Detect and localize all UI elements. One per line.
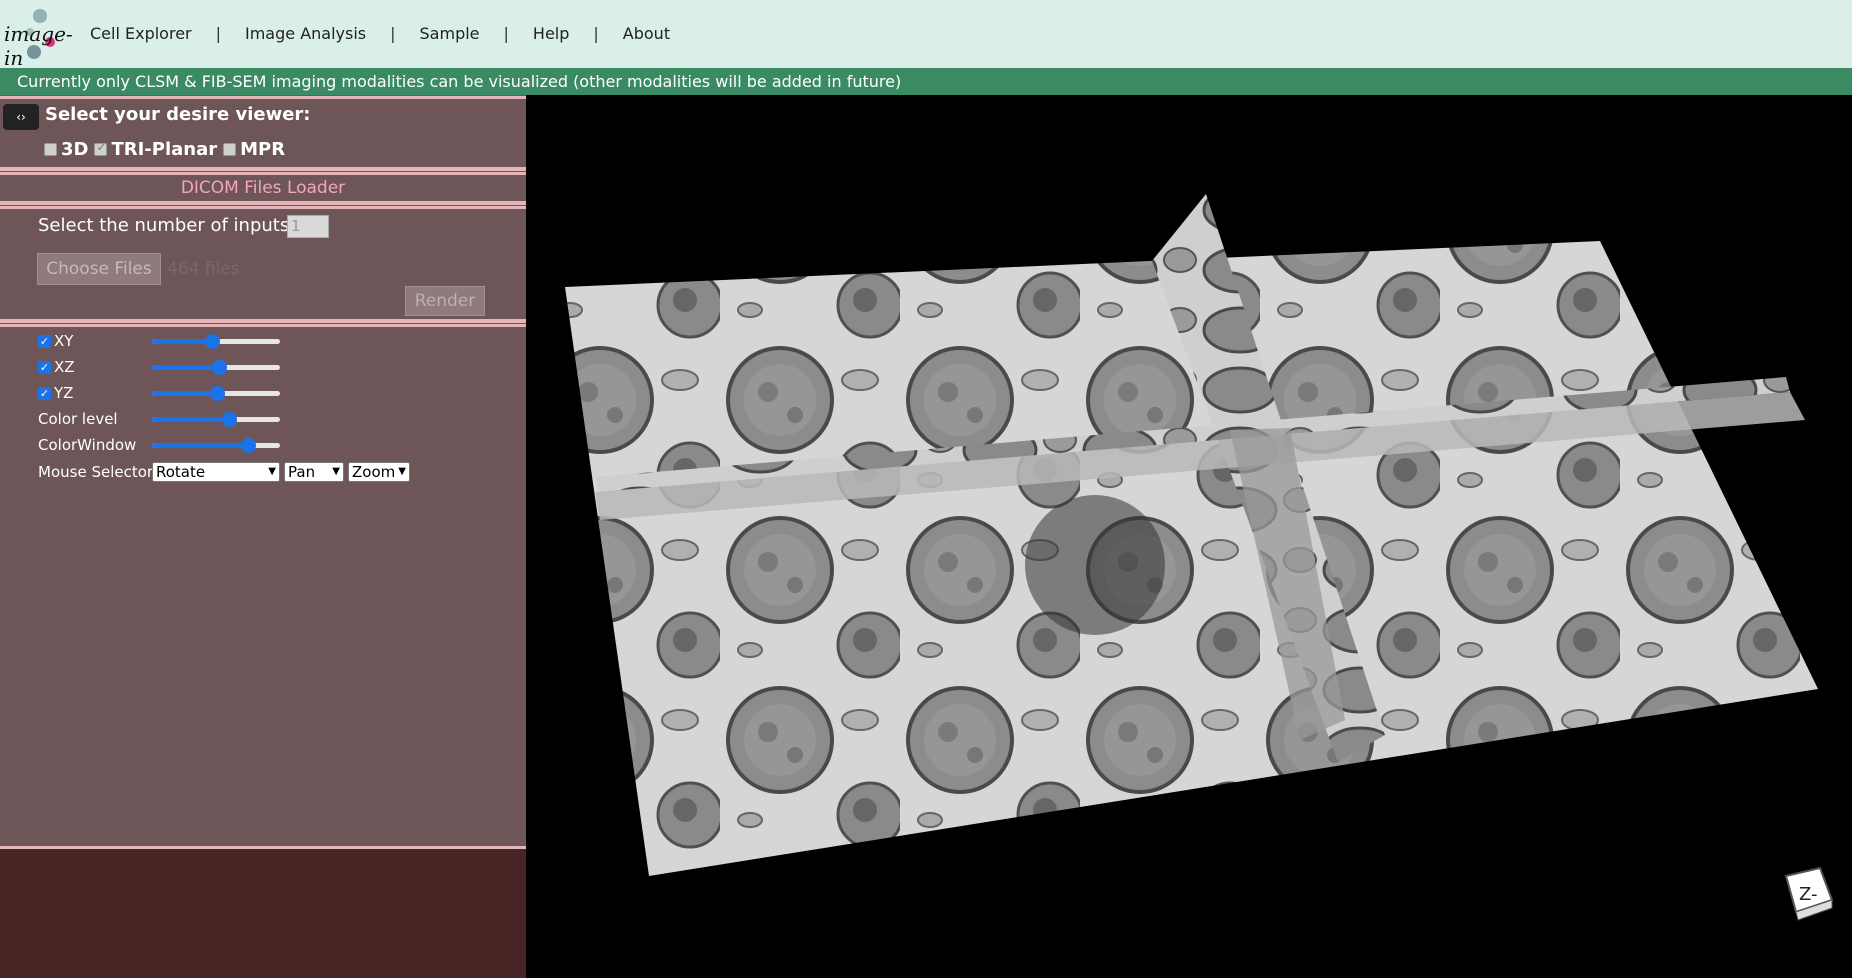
divider — [0, 319, 526, 323]
rotate-select-value: Rotate — [156, 463, 206, 481]
divider — [0, 172, 526, 175]
slider-thumb[interactable] — [241, 438, 257, 453]
color-window-label: ColorWindow — [38, 436, 137, 454]
viewer-3d-checkbox[interactable] — [44, 143, 57, 156]
xz-checkbox[interactable]: ✓ — [38, 360, 51, 374]
dense-cell — [1025, 495, 1165, 635]
notice-banner: Currently only CLSM & FIB-SEM imaging mo… — [0, 68, 1852, 95]
loader-title: DICOM Files Loader — [180, 178, 346, 198]
color-window-control: ColorWindow — [38, 435, 136, 455]
slider-thumb[interactable] — [222, 412, 238, 427]
color-level-control: Color level — [38, 409, 118, 429]
slider-fill — [152, 417, 230, 422]
sidebar-footer — [0, 848, 526, 978]
nav-help[interactable]: Help — [533, 24, 569, 43]
slider-thumb[interactable] — [209, 386, 225, 401]
slider-thumb[interactable] — [211, 360, 227, 375]
nav-separator: | — [215, 24, 221, 43]
viewer-triplanar-checkbox[interactable] — [94, 140, 108, 156]
nav-separator: | — [503, 24, 509, 43]
viewer-3d-label: 3D — [61, 139, 89, 160]
yz-slider[interactable] — [152, 383, 280, 403]
nav-about[interactable]: About — [623, 24, 670, 43]
divider — [0, 167, 526, 171]
viewer-triplanar-label: TRI-Planar — [111, 139, 218, 160]
nav-sample[interactable]: Sample — [420, 24, 480, 43]
divider — [0, 206, 526, 209]
slider-fill — [152, 365, 220, 370]
files-count-text: 464 files — [167, 259, 240, 279]
divider — [0, 201, 526, 205]
slider-fill — [152, 391, 218, 396]
main-nav: Cell Explorer | Image Analysis | Sample … — [90, 24, 670, 43]
orientation-cube[interactable]: Z- — [1782, 866, 1836, 924]
xy-control: ✓ XY — [38, 331, 73, 351]
chevron-down-icon: ▼ — [332, 466, 340, 477]
inputs-count-label: Select the number of inputs: — [38, 215, 296, 236]
pan-select[interactable]: Pan ▼ — [284, 462, 344, 482]
logo-text: image-in — [4, 22, 73, 70]
pan-select-value: Pan — [288, 463, 316, 481]
divider — [0, 324, 526, 327]
triplanar-volume-render[interactable] — [526, 95, 1852, 978]
chevron-down-icon: ▼ — [398, 466, 406, 477]
yz-checkbox[interactable]: ✓ — [38, 386, 51, 400]
xz-label: XZ — [54, 358, 75, 376]
mouse-selector-control: Mouse Selector — [38, 462, 153, 482]
viewer-mpr-checkbox[interactable] — [223, 143, 237, 156]
nav-separator: | — [390, 24, 396, 43]
top-bar: image-in Cell Explorer | Image Analysis … — [0, 0, 1852, 70]
inputs-count-field[interactable]: 1 — [287, 215, 329, 238]
yz-label: YZ — [54, 384, 74, 402]
render-button[interactable]: Render — [405, 286, 485, 316]
nav-separator: | — [593, 24, 599, 43]
chevron-down-icon: ▼ — [268, 466, 276, 477]
viewer-mpr-label: MPR — [240, 139, 286, 160]
orientation-label: Z- — [1799, 884, 1818, 905]
xz-slider[interactable] — [152, 357, 280, 377]
slider-fill — [152, 339, 213, 344]
zoom-select[interactable]: Zoom ▼ — [348, 462, 410, 482]
xy-label: XY — [54, 332, 74, 350]
nav-image-analysis[interactable]: Image Analysis — [245, 24, 366, 43]
color-level-label: Color level — [38, 410, 118, 428]
zoom-select-value: Zoom — [352, 463, 396, 481]
app-logo[interactable]: image-in — [4, 8, 84, 70]
yz-control: ✓ YZ — [38, 383, 73, 403]
viewer-options: 3D TRI-Planar MPR — [44, 139, 291, 160]
viewer-select-title: Select your desire viewer: — [45, 104, 311, 125]
slider-thumb[interactable] — [205, 334, 221, 349]
choose-files-button[interactable]: Choose Files — [37, 253, 161, 285]
orientation-cube-icon: Z- — [1784, 866, 1834, 921]
xy-slider[interactable] — [152, 331, 280, 351]
render-viewport[interactable] — [526, 95, 1852, 978]
divider — [0, 96, 526, 99]
divider — [0, 846, 526, 849]
mouse-selector-label: Mouse Selector — [38, 463, 154, 481]
nav-cell-explorer[interactable]: Cell Explorer — [90, 24, 192, 43]
xy-checkbox[interactable]: ✓ — [38, 334, 51, 348]
xz-control: ✓ XZ — [38, 357, 75, 377]
sidebar-toggle-button[interactable]: ‹› — [3, 104, 39, 130]
color-level-slider[interactable] — [152, 409, 280, 429]
rotate-select[interactable]: Rotate ▼ — [152, 462, 280, 482]
slider-fill — [152, 443, 249, 448]
color-window-slider[interactable] — [152, 435, 280, 455]
